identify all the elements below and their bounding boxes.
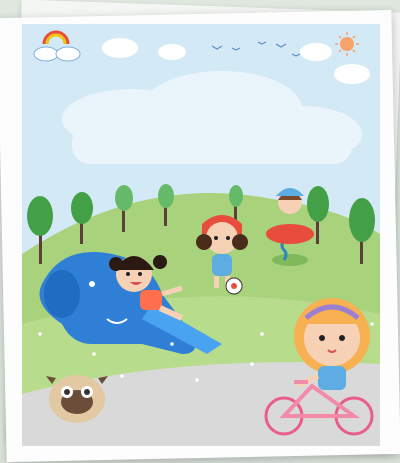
park-illustration (22, 24, 380, 446)
illustration-stage (0, 0, 400, 463)
park-scene (22, 24, 380, 446)
